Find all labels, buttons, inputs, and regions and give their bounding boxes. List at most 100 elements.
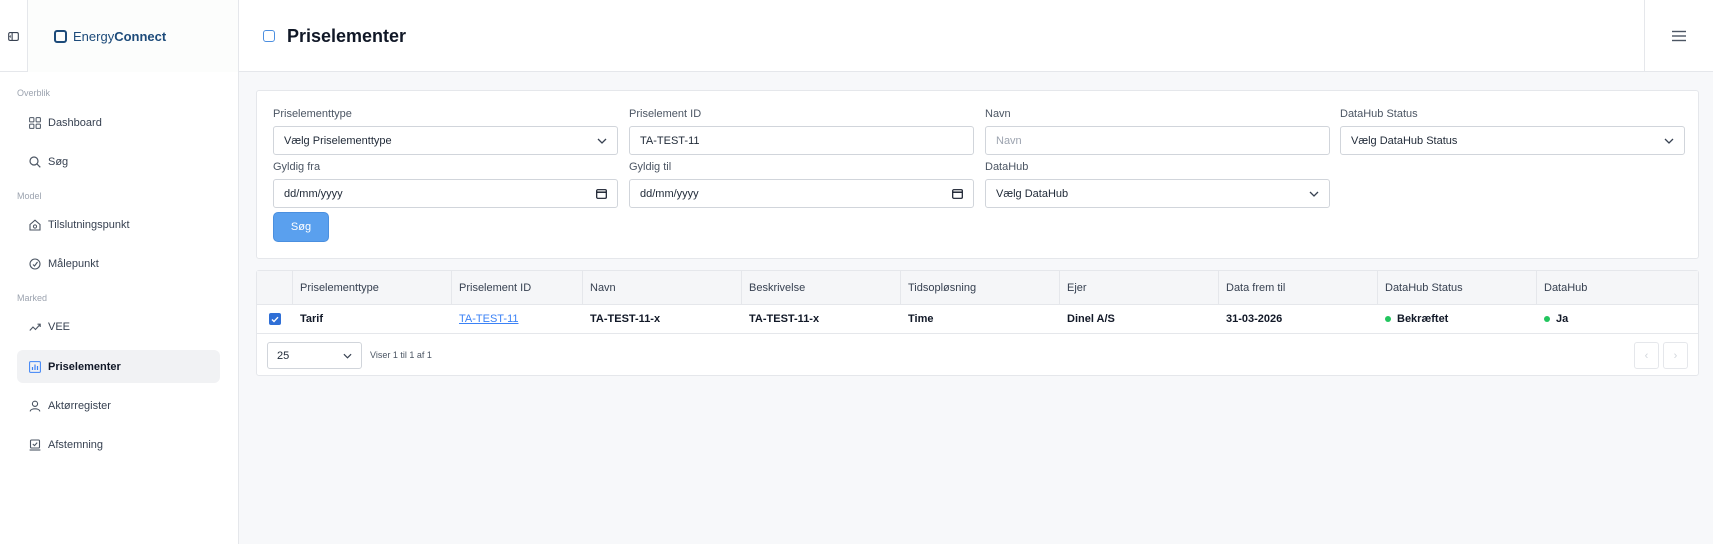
sidebar-item-afstemning[interactable]: Afstemning (17, 428, 220, 461)
gyldig-fra-value: dd/mm/yyyy (284, 187, 343, 200)
priselement-id-link[interactable]: TA-TEST-11 (452, 305, 583, 333)
column-header[interactable]: Tidsopløsning (901, 271, 1060, 304)
column-header[interactable]: Priselementtype (293, 271, 452, 304)
priselementtype-select-value: Vælg Priselementtype (284, 134, 392, 147)
hamburger-menu-icon (1672, 30, 1686, 42)
filter-valid-from-label: Gyldig fra (273, 161, 321, 173)
house-icon (29, 218, 41, 231)
row-checkbox[interactable] (269, 313, 281, 325)
results-table: Priselementtype Priselement ID Navn Besk… (256, 270, 1699, 376)
filter-datahub-status-label: DataHub Status (1340, 108, 1418, 120)
checkmark-icon (271, 316, 279, 323)
sidebar-item-label: Afstemning (48, 438, 104, 451)
calendar-icon (952, 189, 963, 199)
priselement-id-value: TA-TEST-11 (640, 134, 700, 147)
gyldig-til-date-input[interactable]: dd/mm/yyyy (629, 179, 974, 208)
search-icon (29, 155, 41, 168)
column-header[interactable]: DataHub Status (1378, 271, 1537, 304)
filter-valid-to: Gyldig til dd/mm/yyyy (629, 161, 974, 208)
column-header[interactable]: Data frem til (1219, 271, 1378, 304)
sidebar-item-label: Dashboard (48, 116, 102, 129)
filter-panel: Priselementtype Vælg Priselementtype Pri… (256, 90, 1699, 259)
column-header[interactable]: Ejer (1060, 271, 1219, 304)
filter-id-label: Priselement ID (629, 108, 702, 120)
column-header[interactable]: DataHub (1537, 271, 1698, 304)
sidebar-item-dashboard[interactable]: Dashboard (17, 106, 220, 139)
status-text: Bekræftet (1397, 313, 1449, 325)
brand-name-light: Energy (73, 28, 115, 44)
page-size-select[interactable]: 25 (267, 342, 362, 369)
sidebar-item-label: Tilslutningspunkt (48, 218, 130, 231)
pagination-info: Viser 1 til 1 af 1 (370, 350, 432, 360)
priselement-id-input[interactable]: TA-TEST-11 (629, 126, 974, 155)
sidebar-item-aktorregister[interactable]: Aktørregister (17, 389, 220, 422)
chevron-down-icon (1664, 138, 1674, 144)
navn-input[interactable]: Navn (985, 126, 1330, 155)
filter-id: Priselement ID TA-TEST-11 (629, 108, 974, 155)
navn-placeholder: Navn (996, 134, 1022, 147)
page-title-checkbox[interactable] (263, 30, 275, 42)
filter-valid-from: Gyldig fra dd/mm/yyyy (273, 161, 618, 208)
page-header: Priselementer (263, 0, 406, 72)
menu-button[interactable] (1644, 0, 1713, 72)
priselementtype-select[interactable]: Vælg Priselementtype (273, 126, 618, 155)
select-all-column (257, 271, 293, 304)
column-header[interactable]: Navn (583, 271, 742, 304)
sidebar-item-search[interactable]: Søg (17, 145, 220, 178)
sidebar-section-overview: Overblik (17, 88, 51, 98)
sidebar-toggle-button[interactable] (0, 0, 28, 72)
column-header[interactable]: Priselement ID (452, 271, 583, 304)
table-row[interactable]: Tarif TA-TEST-11 TA-TEST-11-x TA-TEST-11… (257, 305, 1698, 334)
sidebar-item-priselementer[interactable]: Priselementer (17, 350, 220, 383)
cell-description: TA-TEST-11-x (749, 313, 820, 325)
trend-icon (29, 323, 41, 331)
prev-page-button[interactable]: ‹ (1634, 342, 1659, 369)
brand-name-bold: Connect (114, 28, 167, 44)
datahub-status-select[interactable]: Vælg DataHub Status (1340, 126, 1685, 155)
filter-name: Navn Navn (985, 108, 1330, 155)
chevron-down-icon (1309, 191, 1319, 197)
reconcile-icon (29, 438, 41, 451)
sidebar-item-vee[interactable]: VEE (17, 310, 220, 343)
brand-logo[interactable]: EnergyConnect (28, 0, 239, 72)
status-dot-icon (1385, 316, 1391, 322)
gyldig-fra-date-input[interactable]: dd/mm/yyyy (273, 179, 618, 208)
filter-datahub-label: DataHub (985, 161, 1029, 173)
chart-icon (29, 360, 41, 373)
sidebar: Overblik Dashboard Søg Model Tilslutning… (0, 72, 239, 544)
sidebar-item-malepunkt[interactable]: Målepunkt (17, 247, 220, 280)
sidebar-item-label: Målepunkt (48, 257, 99, 270)
datahub-text: Ja (1556, 313, 1569, 325)
user-icon (29, 400, 41, 412)
sidebar-collapse-icon (8, 31, 19, 41)
column-header[interactable]: Beskrivelse (742, 271, 901, 304)
filter-valid-to-label: Gyldig til (629, 161, 672, 173)
cell-datahub: Ja (1537, 305, 1698, 333)
cell-name: TA-TEST-11-x (590, 313, 661, 325)
table-header: Priselementtype Priselement ID Navn Besk… (257, 271, 1698, 305)
sidebar-section-model: Model (17, 191, 42, 201)
datahub-select[interactable]: Vælg DataHub (985, 179, 1330, 208)
search-button[interactable]: Søg (273, 212, 329, 242)
filter-name-label: Navn (985, 108, 1011, 120)
next-page-button[interactable]: › (1663, 342, 1688, 369)
sidebar-item-label: Søg (48, 155, 69, 168)
status-dot-icon (1544, 316, 1550, 322)
filter-type-label: Priselementtype (273, 108, 352, 120)
top-bar: EnergyConnect Priselementer (0, 0, 1713, 72)
logo-mark-icon (54, 29, 67, 43)
gyldig-til-value: dd/mm/yyyy (640, 187, 699, 200)
chevron-down-icon (343, 353, 352, 359)
cell-datahub-status: Bekræftet (1378, 305, 1537, 333)
datahub-select-value: Vælg DataHub (996, 187, 1069, 200)
gauge-icon (29, 257, 41, 270)
sidebar-item-label: Priselementer (48, 360, 121, 373)
cell-resolution: Time (908, 313, 934, 325)
sidebar-item-tilslutningspunkt[interactable]: Tilslutningspunkt (17, 208, 220, 241)
sidebar-item-label: Aktørregister (48, 399, 111, 412)
calendar-icon (596, 189, 607, 199)
filter-datahub: DataHub Vælg DataHub (985, 161, 1330, 208)
filter-type: Priselementtype Vælg Priselementtype (273, 108, 618, 155)
sidebar-section-market: Marked (17, 293, 48, 303)
cell-data-until: 31-03-2026 (1226, 313, 1283, 325)
